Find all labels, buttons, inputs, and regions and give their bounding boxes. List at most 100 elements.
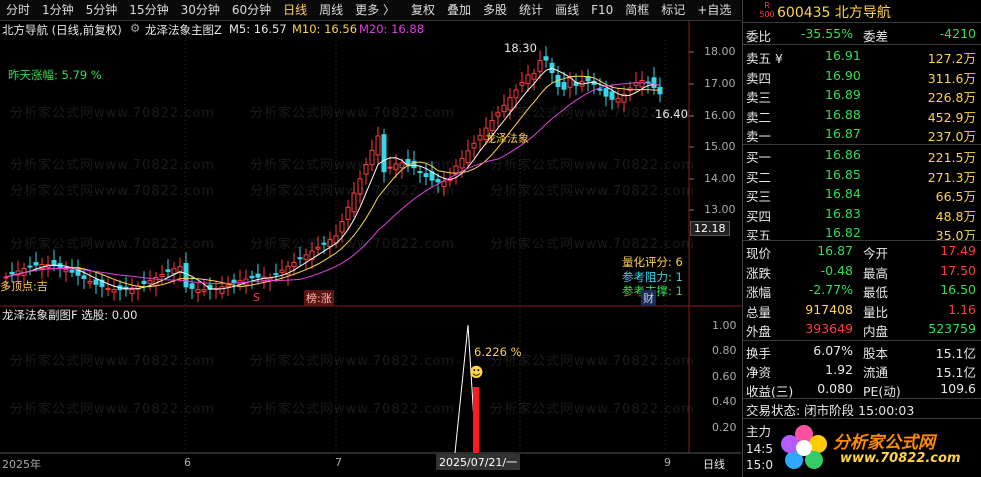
quote-row: 卖一 16.87 237.0万 [743, 124, 978, 144]
ask-level-label: 卖三 [746, 90, 772, 105]
stat-value: 393649 [805, 321, 853, 336]
ma20-label: M20: 16.88 [359, 22, 425, 36]
period-tab-weekly[interactable]: 周线 [313, 0, 349, 20]
simple-frame-button[interactable]: 简框 [619, 0, 655, 20]
candle-body [339, 221, 345, 233]
divider [743, 44, 981, 45]
quote-row: 总量 917408 量比 1.16 [743, 300, 978, 320]
stat-label: 外盘 [746, 324, 772, 339]
period-tab-fenshi[interactable]: 分时 [0, 0, 36, 20]
settings-gear-icon[interactable]: ⚙ [130, 21, 140, 35]
candle-body [363, 164, 369, 175]
ask-price: 16.91 [825, 48, 861, 63]
candle-body [93, 279, 99, 285]
candle-body [531, 73, 537, 80]
candle-body [603, 88, 609, 97]
candle-body [357, 178, 363, 195]
logo-url: www.70822.com [840, 451, 961, 466]
candle-body [189, 283, 195, 289]
signal-s-marker: S [253, 291, 260, 304]
candle-body [147, 280, 153, 284]
stat-label: 现价 [746, 246, 772, 261]
sub-percent-label: 6.226 % [474, 345, 522, 359]
period-tab-15min[interactable]: 15分钟 [123, 0, 174, 20]
ratio-value: -35.55% [800, 26, 853, 41]
site-logo: 分析家公式网 www.70822.com [778, 420, 978, 475]
candle-body [225, 284, 231, 287]
f10-button[interactable]: F10 [585, 0, 619, 20]
x-axis-label: 6 [184, 456, 191, 469]
candle-body [9, 271, 15, 275]
ask-level-label: 卖一 [746, 129, 772, 144]
bid-price: 16.82 [825, 225, 861, 240]
moving-average-lines [5, 67, 661, 290]
divider [743, 22, 981, 23]
stock-code-name: 600435 北方导航 [777, 5, 891, 21]
stat-value: 17.50 [940, 262, 976, 278]
candle-body [489, 119, 495, 131]
ask-volume: 311.6万 [927, 70, 976, 86]
candle-body [255, 273, 261, 278]
stat-value: 16.50 [940, 282, 976, 297]
period-toolbar: 分时 1分钟 5分钟 15分钟 30分钟 60分钟 日线 周线 更多 〉 复权 … [0, 0, 767, 21]
low-price-annotation: 16.40 [655, 107, 688, 121]
mark-button[interactable]: 标记 [655, 0, 691, 20]
candle-body [525, 74, 531, 85]
draw-line-button[interactable]: 画线 [549, 0, 585, 20]
stat-label: 量比 [863, 304, 889, 320]
candle-body [273, 273, 279, 276]
candle-body [615, 98, 621, 103]
logo-title: 分析家公式网 [833, 433, 935, 453]
crosshair-date-label: 2025/07/21/一 [436, 454, 521, 470]
ask-volume: 127.2万 [927, 51, 976, 66]
quote-row: 买一 16.86 221.5万 [743, 145, 978, 165]
period-tab-more[interactable]: 更多 〉 [349, 0, 401, 20]
period-tab-1min[interactable]: 1分钟 [36, 0, 80, 20]
candle-body [537, 60, 543, 72]
bid-level-label: 买一 [746, 150, 772, 165]
candle-body [315, 246, 321, 250]
x-axis-label: 7 [335, 456, 342, 469]
stat-label: 总量 [746, 304, 772, 320]
candle-body [291, 261, 297, 268]
period-tab-60min[interactable]: 60分钟 [226, 0, 277, 20]
quote-row: 买四 16.83 48.8万 [743, 204, 978, 224]
candle-body [369, 149, 375, 166]
multi-stock-button[interactable]: 多股 [477, 0, 513, 20]
ask-level-label: 卖五 ¥ [746, 51, 783, 66]
stat-label: 今开 [863, 246, 889, 261]
high-price-annotation: 18.30 [504, 41, 537, 55]
restore-rights-button[interactable]: 复权 [405, 0, 441, 20]
bid-volume: 221.5万 [927, 150, 976, 165]
period-label[interactable]: 日线 [703, 456, 725, 472]
stat-label: 涨幅 [746, 285, 772, 300]
quote-row: 涨幅 -2.77% 最低 16.50 [743, 280, 978, 300]
add-watchlist-button[interactable]: +自选 [691, 0, 737, 20]
candle-body [435, 179, 441, 183]
sub-tick-label: 0.60 [712, 370, 737, 383]
candle-body [597, 88, 603, 91]
sub-tick-label: 0.80 [712, 344, 737, 357]
stat-value: 1.92 [825, 362, 853, 377]
signal-label: 龙泽法象 [485, 132, 529, 145]
stat-label: 内盘 [863, 324, 889, 339]
main-force-label[interactable]: 主力 [746, 421, 771, 440]
divider [743, 418, 981, 419]
indicator-name-label[interactable]: 龙泽法象主图Z [145, 22, 222, 38]
board-rise-marker: 榜:涨 [304, 290, 334, 306]
sub-indicator-title: 龙泽法象副图F 选股: 0.00 [2, 308, 138, 322]
stat-value: 917408 [805, 301, 853, 317]
stat-value: 6.07% [813, 343, 853, 358]
sub-tick-label: 0.20 [712, 421, 737, 434]
kline-chart-svg[interactable] [0, 20, 741, 477]
candle-body [159, 273, 165, 277]
overlay-button[interactable]: 叠加 [441, 0, 477, 20]
statistics-button[interactable]: 统计 [513, 0, 549, 20]
price-tick-label: 18.00 [704, 45, 736, 58]
period-tab-5min[interactable]: 5分钟 [80, 0, 124, 20]
stat-value: 0.080 [817, 381, 853, 396]
bid-volume: 66.5万 [935, 189, 976, 204]
kline-chart-area[interactable]: 分析家公式网www.70822.com 分析家公式网www.70822.com … [0, 20, 741, 477]
period-tab-daily[interactable]: 日线 [277, 0, 313, 20]
period-tab-30min[interactable]: 30分钟 [175, 0, 226, 20]
